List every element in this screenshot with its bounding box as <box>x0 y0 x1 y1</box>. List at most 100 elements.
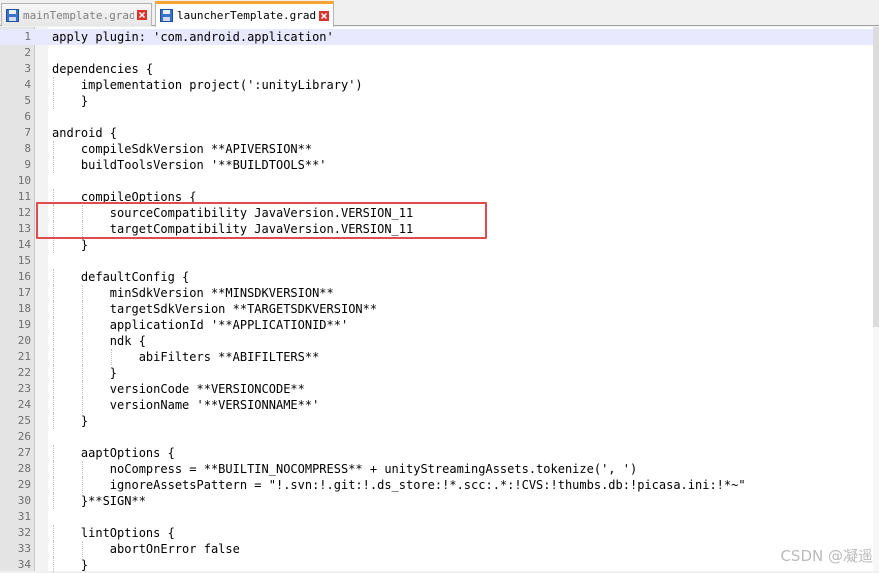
code-text: lintOptions { <box>52 526 175 540</box>
line-number: 8 <box>24 142 31 155</box>
code-text: apply plugin: 'com.android.application' <box>52 30 334 44</box>
line-number: 6 <box>24 110 31 123</box>
line-number: 23 <box>17 382 31 395</box>
code-line[interactable]: 29 ignoreAssetsPattern = "!.svn:!.git:!.… <box>0 477 879 493</box>
code-line[interactable]: 31 <box>0 509 879 525</box>
code-text: } <box>52 238 89 252</box>
line-number: 17 <box>17 286 31 299</box>
line-number: 21 <box>17 350 31 363</box>
line-number: 20 <box>17 334 31 347</box>
close-icon[interactable] <box>137 10 147 20</box>
line-number: 29 <box>17 478 31 491</box>
line-number: 26 <box>17 430 31 443</box>
code-line[interactable]: 15 <box>0 253 879 269</box>
tab-bar: mainTemplate.gradle launcherTemplate.gra… <box>0 0 879 27</box>
code-line[interactable]: 22 } <box>0 365 879 381</box>
code-text: abiFilters **ABIFILTERS** <box>52 350 320 364</box>
tab-label: mainTemplate.gradle <box>23 8 134 22</box>
code-text: applicationId '**APPLICATIONID**' <box>52 318 349 332</box>
line-number: 4 <box>24 78 31 91</box>
code-text: versionCode **VERSIONCODE** <box>52 382 305 396</box>
code-line[interactable]: 5 } <box>0 93 879 109</box>
tab-label: launcherTemplate.gradle <box>177 9 316 22</box>
code-line[interactable]: 27 aaptOptions { <box>0 445 879 461</box>
code-line[interactable]: 24 versionName '**VERSIONNAME**' <box>0 397 879 413</box>
line-number: 5 <box>24 94 31 107</box>
code-text: ignoreAssetsPattern = "!.svn:!.git:!.ds_… <box>52 478 746 492</box>
code-line[interactable]: 16 defaultConfig { <box>0 269 879 285</box>
code-text: compileSdkVersion **APIVERSION** <box>52 142 313 156</box>
close-icon[interactable] <box>319 10 329 21</box>
line-number: 9 <box>24 158 31 171</box>
line-number: 11 <box>17 190 31 203</box>
code-text: } <box>52 414 89 428</box>
line-number: 13 <box>17 222 31 235</box>
code-line[interactable]: 4 implementation project(':unityLibrary'… <box>0 77 879 93</box>
line-number: 22 <box>17 366 31 379</box>
line-number: 14 <box>17 238 31 251</box>
line-number: 31 <box>17 510 31 523</box>
line-number: 32 <box>17 526 31 539</box>
code-lines: 1 apply plugin: 'com.android.application'… <box>0 29 879 573</box>
line-number: 10 <box>17 174 31 187</box>
annotation-highlight-box <box>36 202 487 239</box>
line-number: 25 <box>17 414 31 427</box>
line-number: 24 <box>17 398 31 411</box>
code-text: dependencies { <box>52 62 154 76</box>
code-line[interactable]: 18 targetSdkVersion **TARGETSDKVERSION** <box>0 301 879 317</box>
line-number: 30 <box>17 494 31 507</box>
line-number: 27 <box>17 446 31 459</box>
line-number: 2 <box>24 46 31 59</box>
line-number: 15 <box>17 254 31 267</box>
line-number: 18 <box>17 302 31 315</box>
line-number: 3 <box>24 62 31 75</box>
code-line[interactable]: 23 versionCode **VERSIONCODE** <box>0 381 879 397</box>
code-line[interactable]: 10 <box>0 173 879 189</box>
code-line[interactable]: 20 ndk { <box>0 333 879 349</box>
save-file-icon <box>160 9 173 22</box>
code-text: versionName '**VERSIONNAME**' <box>52 398 320 412</box>
code-line[interactable]: 2 <box>0 45 879 61</box>
code-line[interactable]: 17 minSdkVersion **MINSDKVERSION** <box>0 285 879 301</box>
line-number: 28 <box>17 462 31 475</box>
line-number: 19 <box>17 318 31 331</box>
code-line[interactable]: 7 android { <box>0 125 879 141</box>
code-line[interactable]: 32 lintOptions { <box>0 525 879 541</box>
code-text: minSdkVersion **MINSDKVERSION** <box>52 286 334 300</box>
code-line[interactable]: 14 } <box>0 237 879 253</box>
code-line[interactable]: 21 abiFilters **ABIFILTERS** <box>0 349 879 365</box>
code-text: buildToolsVersion '**BUILDTOOLS**' <box>52 158 327 172</box>
save-file-icon <box>6 8 19 22</box>
line-number: 16 <box>17 270 31 283</box>
code-text: abortOnError false <box>52 542 240 556</box>
code-text: aaptOptions { <box>52 446 175 460</box>
code-text: android { <box>52 126 118 140</box>
code-text: noCompress = **BUILTIN_NOCOMPRESS** + un… <box>52 462 638 476</box>
code-text: } <box>52 366 118 380</box>
code-line[interactable]: 26 <box>0 429 879 445</box>
line-number: 33 <box>17 542 31 555</box>
code-line[interactable]: 1 apply plugin: 'com.android.application' <box>0 29 879 45</box>
code-line[interactable]: 6 <box>0 109 879 125</box>
code-text: targetSdkVersion **TARGETSDKVERSION** <box>52 302 378 316</box>
line-number: 1 <box>24 30 31 43</box>
code-line[interactable]: 30 }**SIGN** <box>0 493 879 509</box>
watermark: CSDN @凝遥 <box>780 547 873 565</box>
code-line[interactable]: 9 buildToolsVersion '**BUILDTOOLS**' <box>0 157 879 173</box>
code-text: defaultConfig { <box>52 270 190 284</box>
code-line[interactable]: 25 } <box>0 413 879 429</box>
code-line[interactable]: 28 noCompress = **BUILTIN_NOCOMPRESS** +… <box>0 461 879 477</box>
tab-main-template[interactable]: mainTemplate.gradle <box>1 3 152 26</box>
code-line[interactable]: 3 dependencies { <box>0 61 879 77</box>
tab-launcher-template[interactable]: launcherTemplate.gradle <box>155 1 334 27</box>
code-text: implementation project(':unityLibrary') <box>52 78 363 92</box>
code-line[interactable]: 19 applicationId '**APPLICATIONID**' <box>0 317 879 333</box>
code-line[interactable]: 33 abortOnError false <box>0 541 879 557</box>
code-line[interactable]: 8 compileSdkVersion **APIVERSION** <box>0 141 879 157</box>
vertical-scrollbar[interactable] <box>873 27 879 571</box>
code-text: ndk { <box>52 334 146 348</box>
scrollbar-thumb[interactable] <box>873 27 879 327</box>
code-editor[interactable]: 1 apply plugin: 'com.android.application'… <box>0 27 879 573</box>
line-number: 7 <box>24 126 31 139</box>
line-number: 12 <box>17 206 31 219</box>
